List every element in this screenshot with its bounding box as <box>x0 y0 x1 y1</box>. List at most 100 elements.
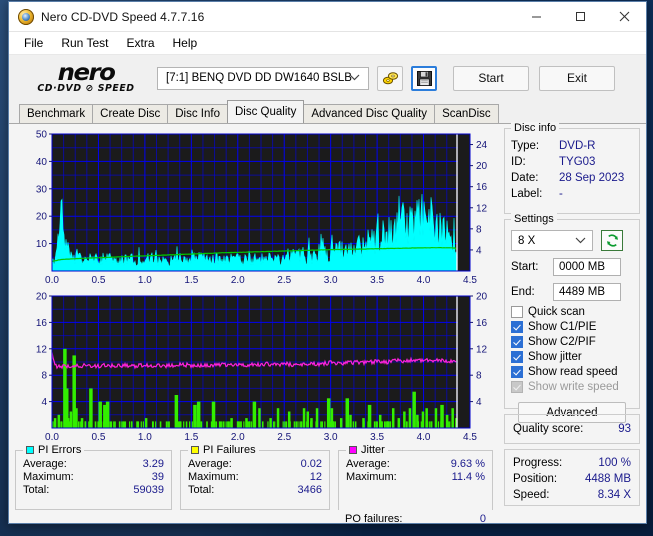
checkbox-show-write-speed: Show write speed <box>505 381 639 393</box>
svg-text:4: 4 <box>476 397 482 408</box>
label: Show jitter <box>528 351 582 363</box>
eject-disc-icon[interactable] <box>377 65 403 91</box>
speed-select[interactable]: 8 X <box>511 230 593 251</box>
svg-text:4.0: 4.0 <box>417 275 431 286</box>
side-panel: Disc info Type: DVD-R ID: TYG03 Date: 28… <box>502 122 646 523</box>
svg-text:3.5: 3.5 <box>370 275 384 286</box>
menu-item-help[interactable]: Help <box>164 34 207 52</box>
label: Show C2/PIF <box>528 336 596 348</box>
svg-text:0.5: 0.5 <box>91 275 105 286</box>
label: Show read speed <box>528 366 618 378</box>
pi-errors-legend: PI Errors <box>23 444 85 456</box>
nero-logo: nero CD·DVD ⊘ SPEED <box>25 61 147 94</box>
jitter-stats: Jitter Average: 9.63 % Maximum: 11.4 % P… <box>338 444 493 525</box>
menu-item-file[interactable]: File <box>15 34 52 52</box>
checkbox-show-c2-pif[interactable]: Show C2/PIF <box>505 336 639 348</box>
menu-bar: File Run Test Extra Help <box>9 32 646 55</box>
tab-benchmark[interactable]: Benchmark <box>19 104 94 124</box>
nero-logo-subtitle: CD·DVD ⊘ SPEED <box>37 82 135 94</box>
start-input[interactable]: 0000 MB <box>553 258 621 276</box>
maximize-icon[interactable] <box>558 2 602 31</box>
settings-box: Settings 8 X Start: 0000 MB End: 4489 MB… <box>504 213 640 423</box>
close-icon[interactable] <box>602 2 646 31</box>
menu-item-run-test[interactable]: Run Test <box>52 34 117 52</box>
svg-text:3.0: 3.0 <box>324 432 338 443</box>
refresh-arrows-icon[interactable] <box>601 230 623 251</box>
label: Date: <box>511 172 539 184</box>
value: DVD-R <box>559 140 596 152</box>
svg-text:12: 12 <box>36 344 48 355</box>
svg-text:16: 16 <box>476 318 488 329</box>
svg-text:4: 4 <box>476 245 482 256</box>
settings-title: Settings <box>511 213 557 225</box>
label: ID: <box>511 156 526 168</box>
chevron-down-icon <box>349 72 360 84</box>
floppy-save-icon[interactable] <box>411 65 437 91</box>
value: 11.4 % <box>451 471 485 483</box>
svg-text:1.5: 1.5 <box>184 275 198 286</box>
progress-box: Progress: 100 % Position: 4488 MB Speed:… <box>504 449 640 506</box>
start-button[interactable]: Start <box>453 65 529 91</box>
svg-text:16: 16 <box>476 182 488 193</box>
value: 3.29 <box>142 458 164 470</box>
checkbox-show-jitter[interactable]: Show jitter <box>505 351 639 363</box>
end-input[interactable]: 4489 MB <box>553 283 621 301</box>
tab-create-disc[interactable]: Create Disc <box>92 104 169 124</box>
svg-text:12: 12 <box>476 344 488 355</box>
checkbox-show-read-speed[interactable]: Show read speed <box>505 366 639 378</box>
label: PO failures: <box>345 513 403 525</box>
value: 39 <box>151 471 164 483</box>
label: Position: <box>513 473 558 485</box>
quality-score-box: Quality score: 93 <box>504 414 640 444</box>
speed-row: 8 X <box>505 230 639 251</box>
svg-text:1.0: 1.0 <box>138 275 152 286</box>
svg-text:1.0: 1.0 <box>138 432 152 443</box>
window-title: Nero CD-DVD Speed 4.7.7.16 <box>41 9 205 24</box>
svg-text:8: 8 <box>41 371 47 382</box>
value: 28 Sep 2023 <box>559 172 625 184</box>
svg-text:12: 12 <box>476 203 488 214</box>
checkbox-quick-scan[interactable]: Quick scan <box>505 306 639 318</box>
label: Maximum: <box>188 471 239 483</box>
label: Type: <box>511 140 540 152</box>
label: Total: <box>23 484 50 496</box>
tab-scandisc[interactable]: ScanDisc <box>434 104 499 124</box>
checkbox-show-c1-pie[interactable]: Show C1/PIE <box>505 321 639 333</box>
disc-info-box: Disc info Type: DVD-R ID: TYG03 Date: 28… <box>504 122 640 214</box>
label: Label: <box>511 188 543 200</box>
value: 93 <box>618 423 631 435</box>
pi-errors-title: PI Errors <box>38 444 82 456</box>
checkbox-icon <box>511 336 523 348</box>
label: Quick scan <box>528 306 585 318</box>
svg-text:4: 4 <box>41 397 47 408</box>
pi-failures-total-row: Total: 3466 <box>181 484 329 497</box>
tab-disc-quality[interactable]: Disc Quality <box>227 100 305 123</box>
tab-disc-info[interactable]: Disc Info <box>167 104 228 124</box>
svg-text:4.0: 4.0 <box>417 432 431 443</box>
value: TYG03 <box>559 156 596 168</box>
pi-errors-total-row: Total: 59039 <box>16 484 171 497</box>
minimize-icon[interactable] <box>514 2 558 31</box>
charts-and-stats-column: 0.0 0.5 1.0 1.5 2.0 2.5 3.0 3.5 4.0 4.5 10 20 30 40 50… <box>9 124 502 525</box>
pi-errors-chart: 0.0 0.5 1.0 1.5 2.0 2.5 3.0 3.5 4.0 4.5 10 20 30 40 50… <box>15 128 497 288</box>
drive-select-value: [7:1] BENQ DVD DD DW1640 BSLB <box>166 72 352 84</box>
label: Quality score: <box>513 423 584 435</box>
start-field-row: Start: 0000 MB <box>505 258 639 276</box>
value: - <box>559 188 563 200</box>
drive-select[interactable]: [7:1] BENQ DVD DD DW1640 BSLB <box>157 66 369 90</box>
exit-button[interactable]: Exit <box>539 65 615 91</box>
window-controls <box>514 2 646 31</box>
svg-text:20: 20 <box>36 212 48 223</box>
menu-item-extra[interactable]: Extra <box>117 34 163 52</box>
value: 8.34 X <box>597 489 631 501</box>
pi-errors-color-swatch <box>26 446 34 454</box>
jitter-maximum-row: Maximum: 11.4 % <box>339 471 492 484</box>
svg-text:2.0: 2.0 <box>231 275 245 286</box>
position-row: Position: 4488 MB <box>505 471 639 487</box>
value: 59039 <box>133 484 164 496</box>
svg-text:30: 30 <box>36 184 48 195</box>
pi-failures-stats: PI Failures Average: 0.02 Maximum: 12 To… <box>180 444 330 510</box>
tab-advanced-disc-quality[interactable]: Advanced Disc Quality <box>303 104 436 124</box>
label: Average: <box>188 458 232 470</box>
tab-strip: Benchmark Create Disc Disc Info Disc Qua… <box>9 100 646 124</box>
